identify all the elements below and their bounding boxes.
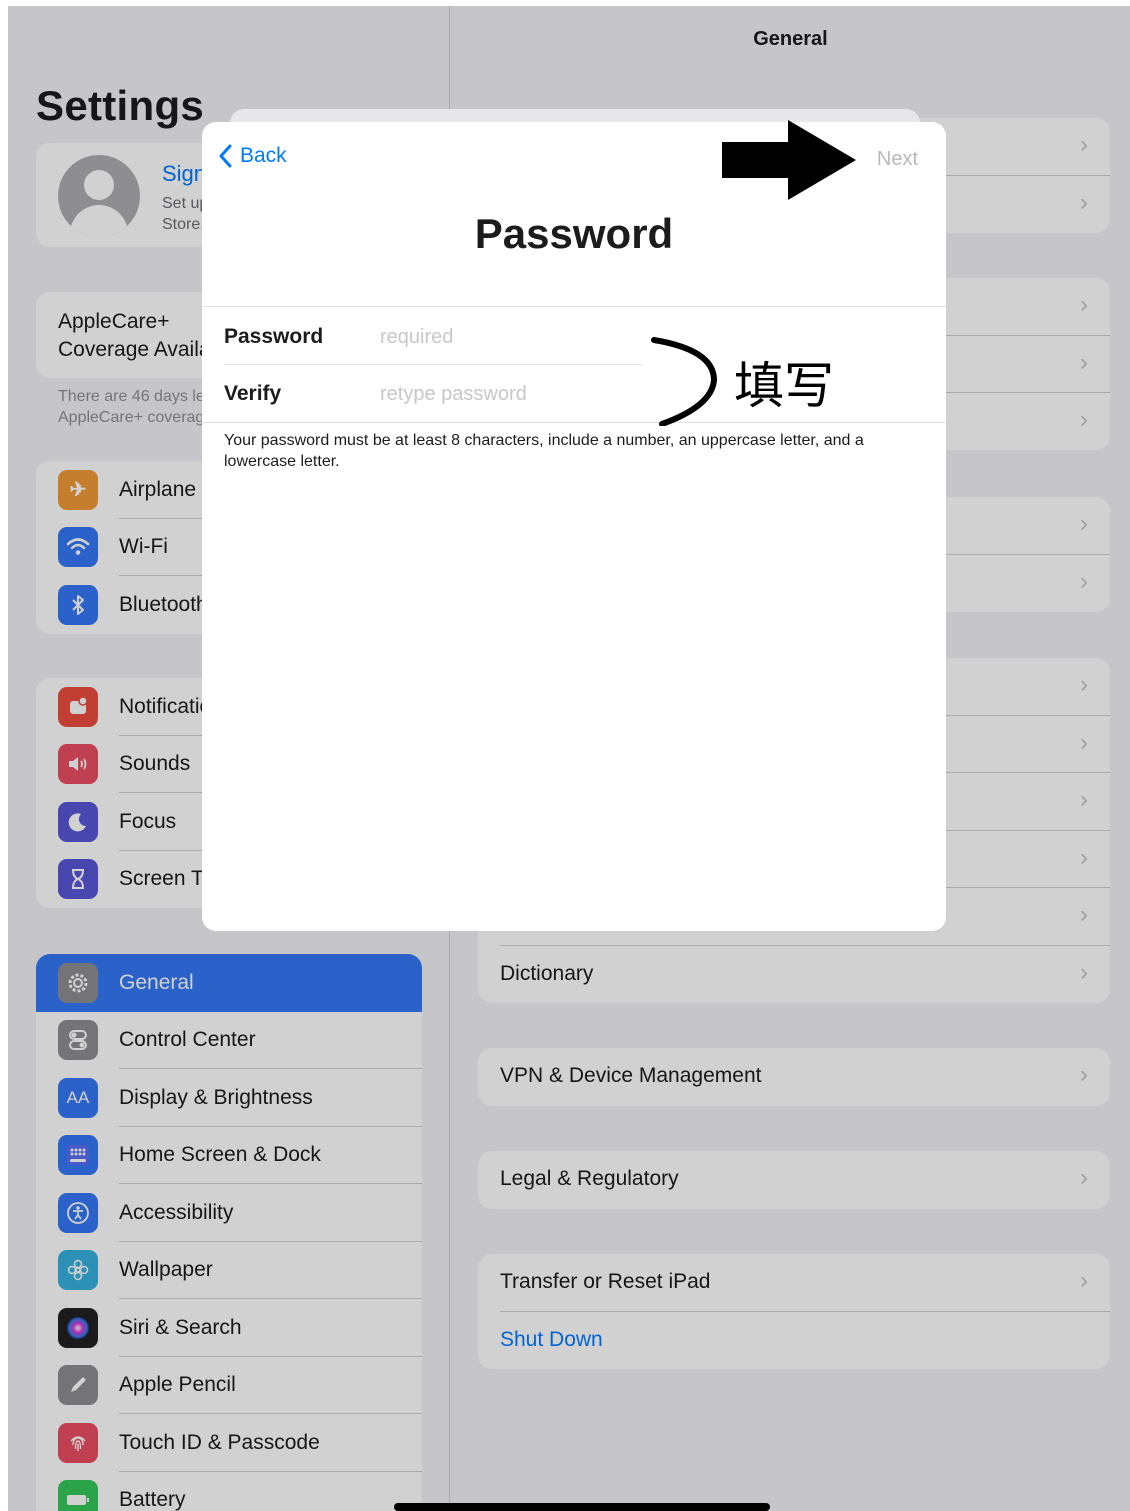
password-requirements-hint: Your password must be at least 8 charact… <box>224 432 864 470</box>
chevron-left-icon <box>219 144 232 168</box>
password-label: Password <box>224 325 324 348</box>
verify-row: Verify <box>202 364 946 422</box>
password-sheet: Back Next Password Password Verify Your … <box>202 122 946 931</box>
back-label: Back <box>240 144 287 167</box>
home-indicator[interactable] <box>394 1503 770 1511</box>
password-row: Password <box>202 307 946 365</box>
next-button[interactable]: Next <box>877 148 918 171</box>
form-divider-bottom <box>202 422 946 423</box>
annotation-arrow-icon <box>722 120 856 200</box>
verify-label: Verify <box>224 382 282 405</box>
annotation-fill-in-text: 填写 <box>734 357 834 415</box>
back-button[interactable]: Back <box>218 144 287 168</box>
annotation-bracket-icon <box>651 337 718 426</box>
modal-title: Password <box>474 210 674 257</box>
ipad-screen: Settings Sign in to your iPad Set up iCl… <box>8 6 1130 1511</box>
